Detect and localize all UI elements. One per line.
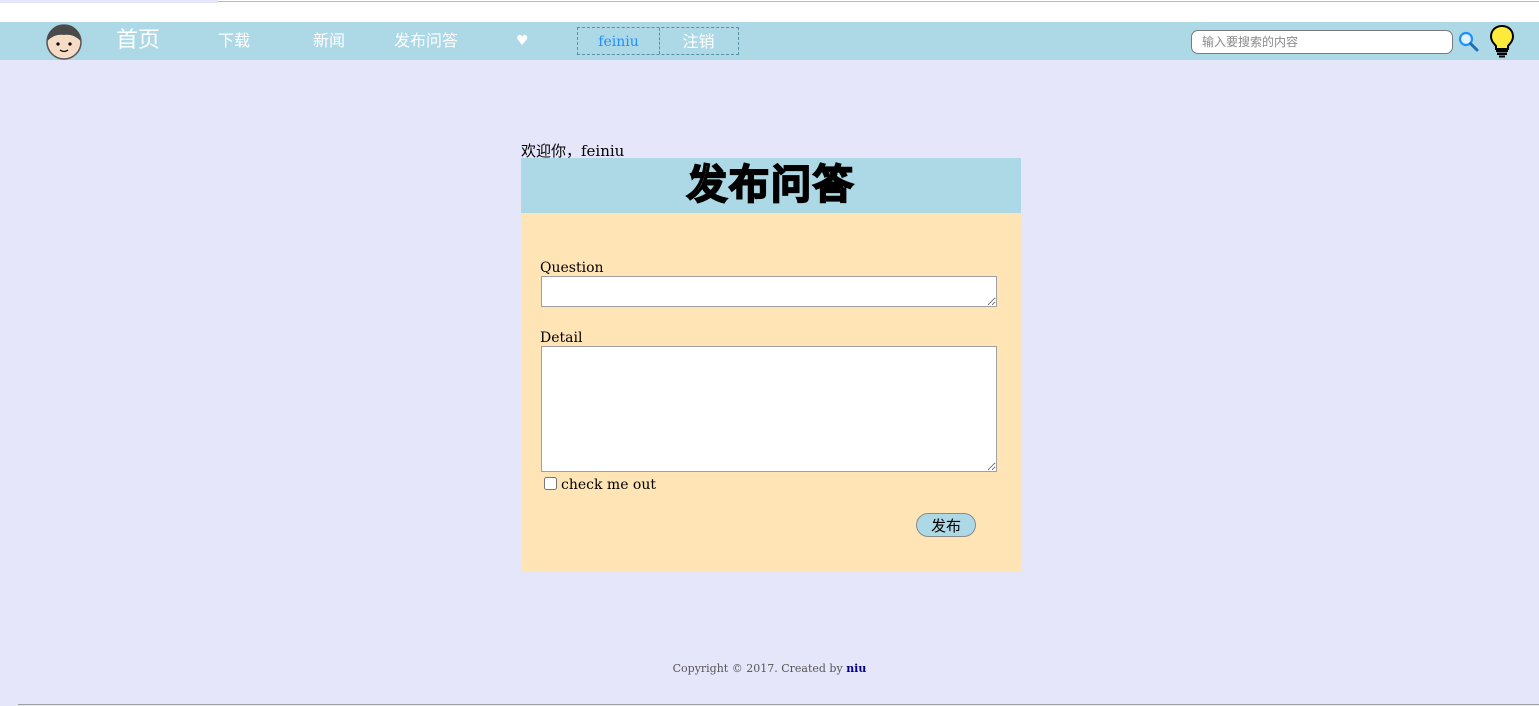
panel-header: 发布问答 bbox=[521, 158, 1021, 213]
publish-button[interactable]: 发布 bbox=[916, 513, 976, 537]
search-input[interactable] bbox=[1191, 30, 1453, 54]
heart-icon[interactable]: ♥ bbox=[516, 22, 529, 60]
check-me-out-label[interactable]: check me out bbox=[561, 477, 656, 493]
search-icon[interactable] bbox=[1457, 30, 1481, 54]
nav-publish[interactable]: 发布问答 bbox=[394, 22, 458, 60]
top-strip-segment bbox=[0, 0, 218, 3]
detail-textarea[interactable] bbox=[541, 346, 997, 472]
nav-news[interactable]: 新闻 bbox=[313, 22, 345, 60]
user-box: feiniu 注销 bbox=[577, 27, 739, 55]
top-strip bbox=[0, 0, 1539, 22]
nav-home[interactable]: 首页 bbox=[116, 22, 160, 60]
footer-copyright: Copyright © 2017. Created by bbox=[672, 662, 843, 675]
lightbulb-icon[interactable] bbox=[1488, 24, 1516, 58]
question-label: Question bbox=[540, 260, 604, 276]
logout-link[interactable]: 注销 bbox=[659, 28, 738, 54]
question-form: Question Detail check me out 发布 bbox=[521, 213, 1021, 571]
navbar: 首页 下载 新闻 发布问答 ♥ feiniu 注销 bbox=[0, 22, 1539, 60]
top-strip-line bbox=[218, 1, 1539, 2]
nav-download[interactable]: 下载 bbox=[218, 22, 250, 60]
bottom-line bbox=[18, 704, 1539, 705]
username-link[interactable]: feiniu bbox=[578, 28, 660, 54]
detail-label: Detail bbox=[540, 330, 583, 346]
page: 首页 下载 新闻 发布问答 ♥ feiniu 注销 欢迎你，feiniu 发布问… bbox=[0, 0, 1539, 706]
panel-title: 发布问答 bbox=[686, 161, 855, 209]
avatar-icon[interactable] bbox=[46, 24, 82, 60]
footer: Copyright © 2017. Created by niu bbox=[0, 662, 1539, 675]
question-textarea[interactable] bbox=[541, 276, 997, 307]
check-me-out-checkbox[interactable] bbox=[544, 477, 557, 490]
footer-author-link[interactable]: niu bbox=[846, 662, 866, 675]
